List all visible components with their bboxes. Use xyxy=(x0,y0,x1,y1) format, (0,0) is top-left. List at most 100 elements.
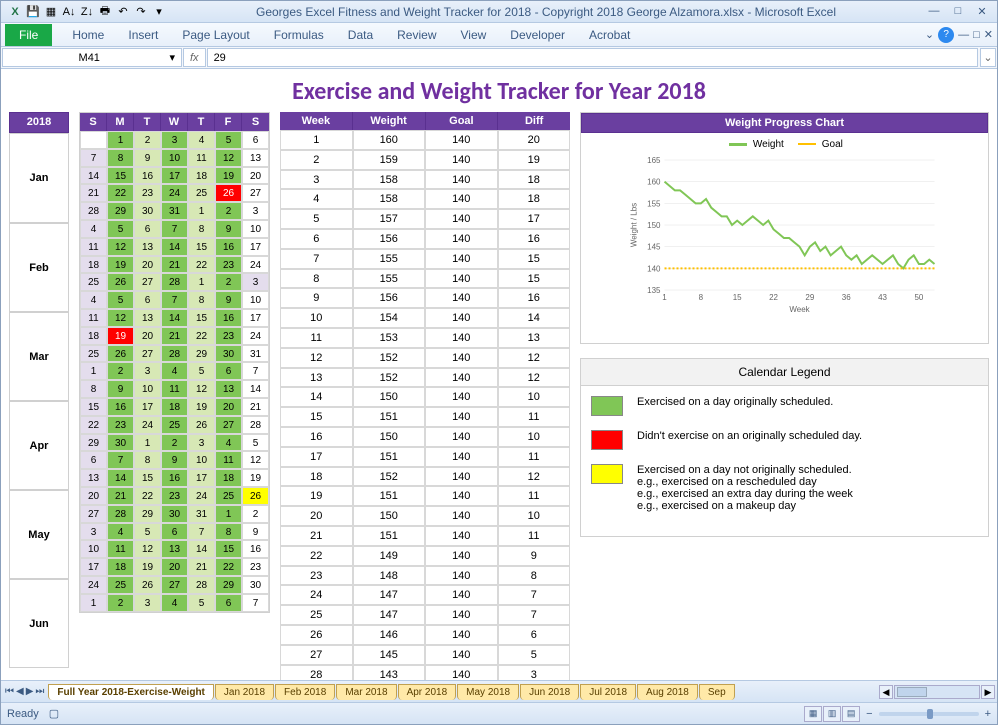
weight-cell[interactable]: 5 xyxy=(498,645,571,665)
weight-cell[interactable]: 16 xyxy=(498,288,571,308)
weight-cell[interactable]: 151 xyxy=(353,486,426,506)
normal-view-icon[interactable]: ▦ xyxy=(804,706,822,722)
weight-cell[interactable]: 18 xyxy=(280,467,353,487)
calendar-cell[interactable]: 10 xyxy=(80,540,107,558)
calendar-cell[interactable]: 18 xyxy=(80,256,107,274)
weight-cell[interactable]: 151 xyxy=(353,407,426,427)
calendar-cell[interactable]: 16 xyxy=(161,469,188,487)
calendar-cell[interactable] xyxy=(80,131,107,149)
weight-cell[interactable]: 140 xyxy=(425,387,498,407)
weight-cell[interactable]: 140 xyxy=(425,269,498,289)
calendar-cell[interactable]: 1 xyxy=(215,505,242,523)
minimize-button[interactable]: — xyxy=(925,5,943,18)
weight-cell[interactable]: 12 xyxy=(498,348,571,368)
weight-cell[interactable]: 16 xyxy=(280,427,353,447)
weight-cell[interactable]: 140 xyxy=(425,308,498,328)
weight-cell[interactable]: 148 xyxy=(353,566,426,586)
sheet-tab[interactable]: Aug 2018 xyxy=(637,684,698,700)
weight-cell[interactable]: 152 xyxy=(353,467,426,487)
calendar-cell[interactable]: 5 xyxy=(134,523,161,541)
weight-cell[interactable]: 7 xyxy=(498,605,571,625)
calendar-cell[interactable]: 8 xyxy=(188,291,215,309)
page-layout-view-icon[interactable]: ▥ xyxy=(823,706,841,722)
scroll-left-icon[interactable]: ◀ xyxy=(879,685,893,699)
calendar-cell[interactable]: 24 xyxy=(134,416,161,434)
calendar-cell[interactable]: 7 xyxy=(242,362,269,380)
calendar-cell[interactable]: 7 xyxy=(107,451,134,469)
calendar-cell[interactable]: 12 xyxy=(242,451,269,469)
weight-cell[interactable]: 11 xyxy=(498,486,571,506)
calendar-cell[interactable]: 23 xyxy=(134,184,161,202)
calendar-cell[interactable]: 16 xyxy=(215,309,242,327)
undo-icon[interactable]: ↶ xyxy=(115,4,131,20)
calendar-cell[interactable]: 3 xyxy=(188,434,215,452)
weight-cell[interactable]: 19 xyxy=(498,150,571,170)
weight-cell[interactable]: 10 xyxy=(280,308,353,328)
calendar-cell[interactable]: 27 xyxy=(161,576,188,594)
calendar-cell[interactable]: 17 xyxy=(134,398,161,416)
calendar-cell[interactable]: 12 xyxy=(107,309,134,327)
calendar-cell[interactable]: 14 xyxy=(107,469,134,487)
weight-cell[interactable]: 159 xyxy=(353,150,426,170)
calendar-cell[interactable]: 23 xyxy=(161,487,188,505)
weight-cell[interactable]: 17 xyxy=(280,447,353,467)
calendar-cell[interactable]: 3 xyxy=(134,594,161,612)
weight-cell[interactable]: 24 xyxy=(280,585,353,605)
calendar-cell[interactable]: 1 xyxy=(134,434,161,452)
weight-cell[interactable]: 140 xyxy=(425,150,498,170)
calendar-cell[interactable]: 20 xyxy=(134,327,161,345)
horizontal-scrollbar[interactable]: ◀ ▶ xyxy=(877,685,997,699)
calendar-cell[interactable]: 31 xyxy=(161,202,188,220)
calendar-cell[interactable]: 8 xyxy=(134,451,161,469)
calendar-cell[interactable]: 24 xyxy=(242,256,269,274)
calendar-cell[interactable]: 12 xyxy=(134,540,161,558)
weight-cell[interactable]: 149 xyxy=(353,546,426,566)
sheet-tab[interactable]: Jul 2018 xyxy=(580,684,636,700)
calendar-cell[interactable]: 19 xyxy=(215,167,242,185)
restore-workbook-icon[interactable]: □ xyxy=(973,29,980,41)
weight-cell[interactable]: 150 xyxy=(353,506,426,526)
calendar-cell[interactable]: 7 xyxy=(161,291,188,309)
calendar-cell[interactable]: 29 xyxy=(215,576,242,594)
calendar-cell[interactable]: 1 xyxy=(80,594,107,612)
weight-cell[interactable]: 10 xyxy=(498,427,571,447)
calendar-cell[interactable]: 7 xyxy=(242,594,269,612)
calendar-cell[interactable]: 4 xyxy=(80,220,107,238)
weight-cell[interactable]: 28 xyxy=(280,665,353,680)
weight-cell[interactable]: 160 xyxy=(353,130,426,150)
calendar-cell[interactable]: 22 xyxy=(134,487,161,505)
weight-cell[interactable]: 12 xyxy=(280,348,353,368)
calendar-cell[interactable]: 17 xyxy=(161,167,188,185)
calendar-cell[interactable]: 29 xyxy=(107,202,134,220)
weight-cell[interactable]: 155 xyxy=(353,249,426,269)
sheet-tab[interactable]: Apr 2018 xyxy=(398,684,457,700)
calendar-cell[interactable]: 4 xyxy=(161,362,188,380)
worksheet[interactable]: Exercise and Weight Tracker for Year 201… xyxy=(1,69,997,680)
weight-cell[interactable]: 3 xyxy=(498,665,571,680)
weight-cell[interactable]: 155 xyxy=(353,269,426,289)
calendar-cell[interactable]: 15 xyxy=(107,167,134,185)
calendar-cell[interactable]: 6 xyxy=(242,131,269,149)
calendar-cell[interactable]: 30 xyxy=(107,434,134,452)
weight-cell[interactable]: 140 xyxy=(425,566,498,586)
calendar-cell[interactable]: 23 xyxy=(215,327,242,345)
weight-cell[interactable]: 140 xyxy=(425,486,498,506)
weight-cell[interactable]: 143 xyxy=(353,665,426,680)
weight-cell[interactable]: 4 xyxy=(280,189,353,209)
weight-cell[interactable]: 12 xyxy=(498,467,571,487)
calendar-cell[interactable]: 17 xyxy=(188,469,215,487)
weight-cell[interactable]: 10 xyxy=(498,387,571,407)
weight-cell[interactable]: 9 xyxy=(280,288,353,308)
calendar-cell[interactable]: 2 xyxy=(107,362,134,380)
weight-cell[interactable]: 6 xyxy=(498,625,571,645)
ribbon-tab-insert[interactable]: Insert xyxy=(116,24,170,46)
weight-cell[interactable]: 140 xyxy=(425,645,498,665)
weight-cell[interactable]: 17 xyxy=(498,209,571,229)
ribbon-tab-acrobat[interactable]: Acrobat xyxy=(577,24,642,46)
weight-cell[interactable]: 15 xyxy=(498,269,571,289)
qat-dropdown-icon[interactable]: ▾ xyxy=(151,4,167,20)
weight-cell[interactable]: 11 xyxy=(280,328,353,348)
calendar-cell[interactable]: 2 xyxy=(161,434,188,452)
weight-cell[interactable]: 3 xyxy=(280,170,353,190)
weight-cell[interactable]: 147 xyxy=(353,605,426,625)
